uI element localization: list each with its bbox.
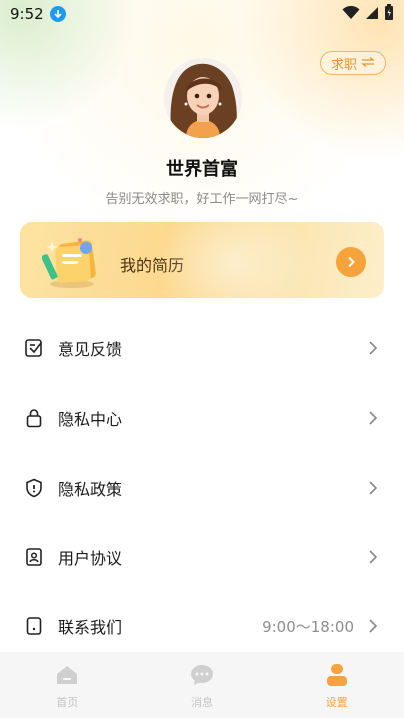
menu-item-label: 隐私中心 xyxy=(58,410,123,429)
tab-label: 首页 xyxy=(56,696,79,709)
battery-icon xyxy=(384,4,394,24)
shield-icon xyxy=(24,478,44,498)
chevron-right-icon xyxy=(368,340,380,356)
menu-item-feedback[interactable]: 意见反馈 xyxy=(0,320,404,376)
menu-item-privacy-policy[interactable]: 隐私政策 xyxy=(0,460,404,516)
signal-icon xyxy=(365,5,379,24)
wifi-icon xyxy=(342,5,360,24)
home-icon xyxy=(55,664,79,690)
menu-item-label: 联系我们 xyxy=(58,618,123,637)
lock-icon xyxy=(24,408,44,428)
download-icon xyxy=(49,6,66,22)
agreement-icon xyxy=(24,547,44,567)
service-hours: 9:00～18:00 xyxy=(262,617,354,636)
chevron-right-icon xyxy=(368,549,380,565)
avatar[interactable] xyxy=(164,58,242,138)
resume-arrow-button[interactable] xyxy=(336,247,366,277)
bottom-tab-bar: 首页 消息 设置 xyxy=(0,652,404,718)
status-time: 9:52 xyxy=(10,5,44,23)
tab-settings[interactable]: 设置 xyxy=(269,652,404,718)
role-switch-button[interactable]: 求职 xyxy=(320,51,386,75)
tab-label: 消息 xyxy=(191,696,213,709)
swap-icon xyxy=(361,56,375,71)
tab-home[interactable]: 首页 xyxy=(0,652,135,718)
resume-card[interactable]: 我的简历 xyxy=(20,222,384,298)
chevron-right-icon xyxy=(368,618,380,634)
menu-item-privacy-center[interactable]: 隐私中心 xyxy=(0,390,404,446)
status-bar: 9:52 xyxy=(0,0,404,28)
menu-item-contact-us[interactable]: 联系我们 9:00～18:00 xyxy=(0,598,404,654)
resume-illustration-icon xyxy=(41,232,106,290)
user-name: 世界首富 xyxy=(166,159,238,180)
menu-item-label: 意见反馈 xyxy=(58,340,123,359)
chevron-right-icon xyxy=(368,480,380,496)
chevron-right-icon xyxy=(368,410,380,426)
menu-item-user-agreement[interactable]: 用户协议 xyxy=(0,529,404,585)
message-icon xyxy=(190,664,214,690)
menu-item-label: 隐私政策 xyxy=(58,480,123,499)
profile-icon xyxy=(325,664,349,690)
tab-messages[interactable]: 消息 xyxy=(135,652,270,718)
resume-card-label: 我的简历 xyxy=(120,256,185,275)
feedback-icon xyxy=(24,338,44,358)
phone-icon xyxy=(24,616,44,636)
chevron-right-icon xyxy=(348,256,355,268)
user-slogan: 告别无效求职，好工作一网打尽~ xyxy=(105,192,299,207)
menu-item-label: 用户协议 xyxy=(58,549,123,568)
status-indicators xyxy=(342,4,394,24)
tab-label: 设置 xyxy=(325,696,348,709)
role-switch-label: 求职 xyxy=(330,57,357,73)
